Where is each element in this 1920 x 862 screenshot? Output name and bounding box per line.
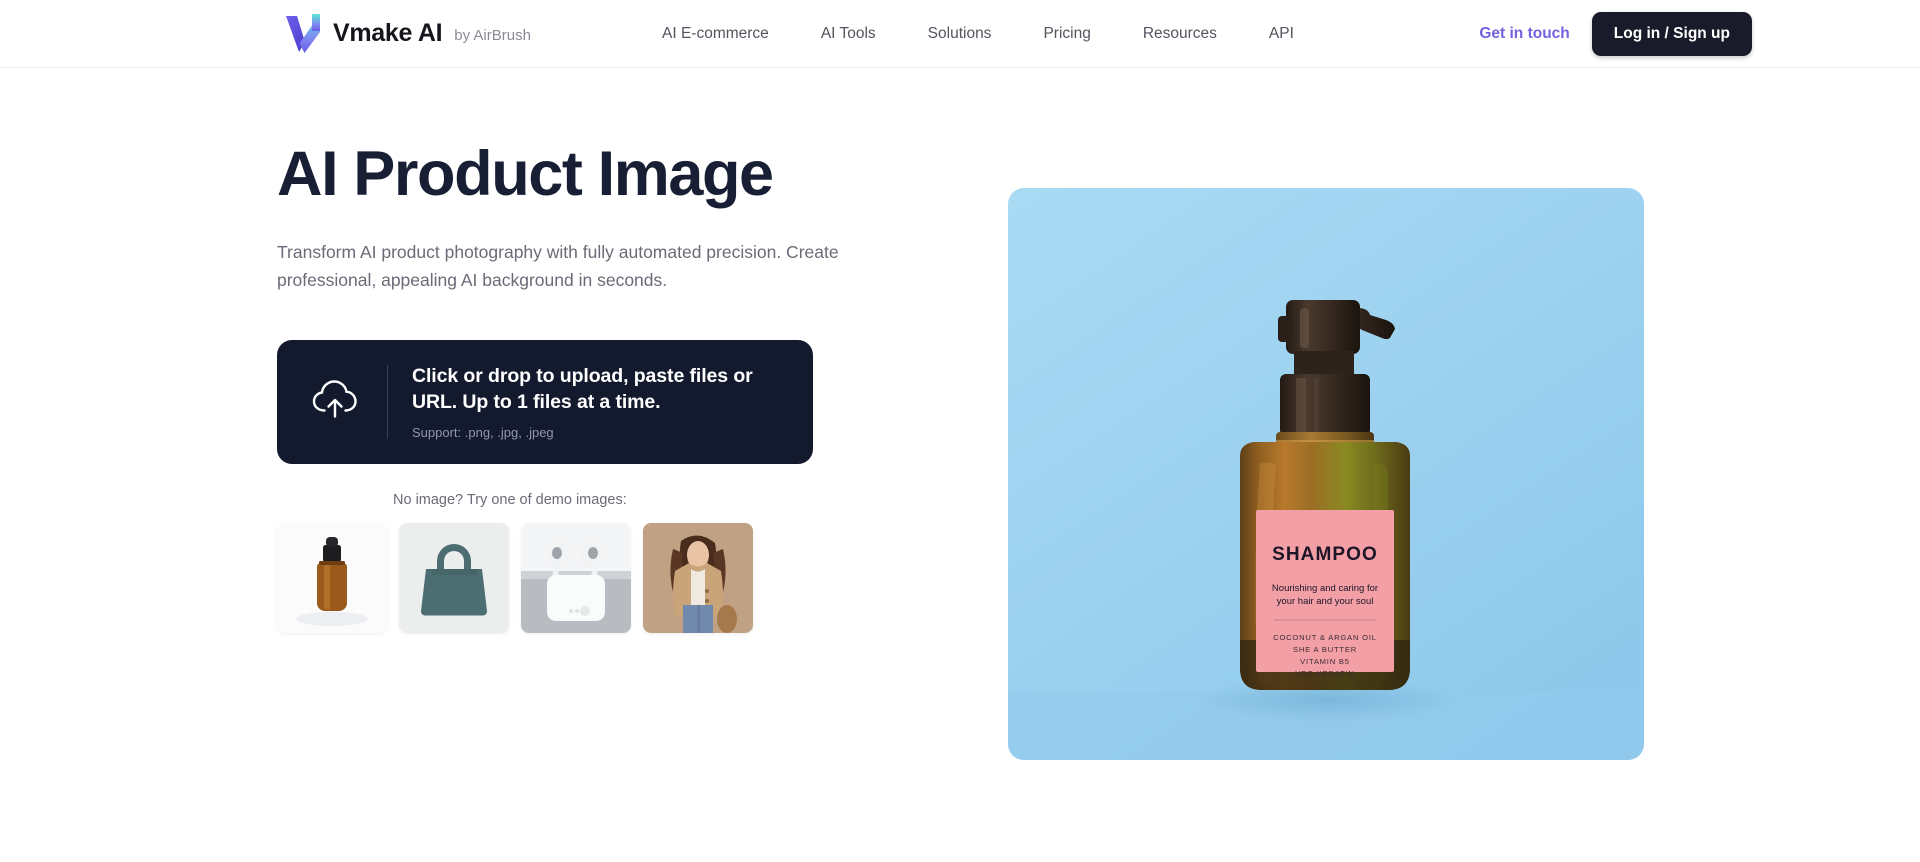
product-label-ingredient-2: SHE A BUTTER	[1293, 645, 1357, 654]
hero-subtitle: Transform AI product photography with fu…	[277, 242, 839, 291]
upload-divider	[387, 364, 388, 439]
nav-item-api[interactable]: API	[1243, 0, 1320, 68]
vmake-v-logo-icon	[284, 12, 324, 54]
nav-item-solutions[interactable]: Solutions	[902, 0, 1018, 68]
page-title: AI Product Image	[277, 139, 774, 209]
upload-support-text: Support: .png, .jpg, .jpeg	[412, 424, 554, 440]
product-label-ingredient-1: COCONUT & ARGAN OIL	[1273, 633, 1377, 642]
product-label-ingredient-4: VEG KERATIN	[1295, 669, 1354, 678]
nav-item-pricing[interactable]: Pricing	[1017, 0, 1116, 68]
nav-item-ai-tools[interactable]: AI Tools	[795, 0, 902, 68]
cloud-upload-icon	[309, 377, 361, 426]
login-signup-button[interactable]: Log in / Sign up	[1591, 12, 1752, 56]
nav-item-ai-ecommerce[interactable]: AI E-commerce	[636, 0, 795, 68]
nav-item-resources[interactable]: Resources	[1117, 0, 1243, 68]
main-navigation: AI E-commerce AI Tools Solutions Pricing…	[636, 0, 1320, 68]
hero-product-image: SHAMPOO Nourishing and caring for your h…	[1008, 188, 1644, 760]
hero-left-column: AI Product Image Transform AI product ph…	[277, 140, 977, 633]
brand-name: Vmake AI	[333, 18, 443, 47]
demo-images-row	[277, 522, 977, 633]
get-in-touch-link[interactable]: Get in touch	[1479, 25, 1569, 43]
demo-images-label: No image? Try one of demo images:	[393, 491, 627, 508]
demo-thumbnail-handbag[interactable]	[399, 522, 509, 633]
upload-text-group: Click or drop to upload, paste files or …	[412, 364, 813, 440]
brand-logo[interactable]: Vmake AI by AirBrush	[284, 12, 531, 54]
demo-thumbnail-dropper-bottle[interactable]	[277, 522, 387, 633]
product-label-ingredient-3: VITAMIN B5	[1300, 657, 1350, 666]
site-header: Vmake AI by AirBrush AI E-commerce AI To…	[0, 0, 1920, 68]
product-label-tagline-1: Nourishing and caring for	[1272, 583, 1378, 594]
header-actions: Get in touch Log in / Sign up	[1479, 0, 1752, 68]
demo-thumbnail-earbuds[interactable]	[521, 522, 631, 633]
main-content: AI Product Image Transform AI product ph…	[0, 68, 1920, 862]
brand-byline: by AirBrush	[454, 26, 531, 44]
upload-primary-text: Click or drop to upload, paste files or …	[412, 364, 753, 413]
product-label-title: SHAMPOO	[1272, 544, 1378, 565]
product-label-tagline-2: your hair and your soul	[1277, 596, 1374, 607]
demo-thumbnail-model-coat[interactable]	[643, 522, 753, 633]
upload-dropzone[interactable]: Click or drop to upload, paste files or …	[277, 339, 813, 464]
